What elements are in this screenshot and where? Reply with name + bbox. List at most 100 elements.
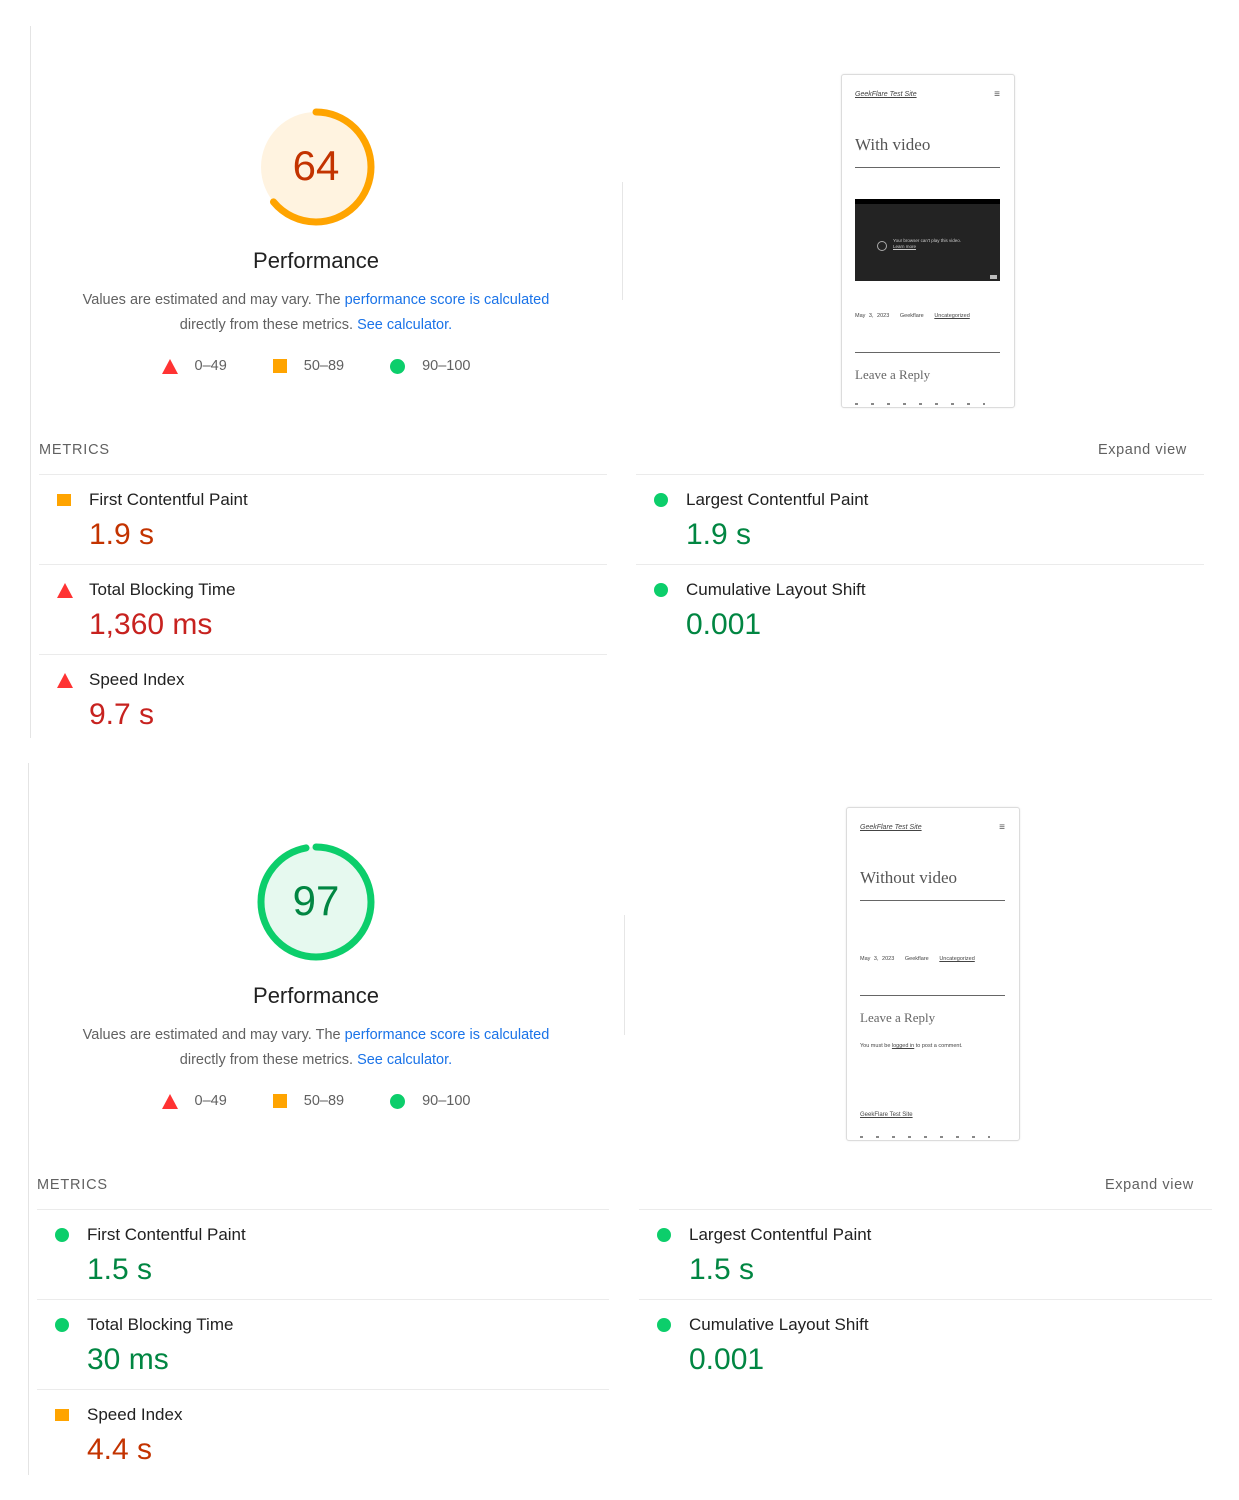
circle-icon bbox=[654, 583, 668, 597]
notice-text: to post a comment. bbox=[914, 1043, 963, 1049]
learn-more-link: Learn more bbox=[893, 244, 917, 249]
final-screenshot-thumbnail[interactable]: GeekFlare Test Site ≡ Without video May … bbox=[846, 807, 1020, 1141]
post-title: Without video bbox=[860, 868, 958, 887]
score-summary: 64 Performance Values are estimated and … bbox=[36, 104, 596, 374]
legend-item-pass: 90–100 bbox=[390, 1093, 470, 1109]
post-category: Uncategorized bbox=[939, 956, 975, 962]
metric-value: 4.4 s bbox=[87, 1433, 153, 1466]
footer-site-name: GeekFlare Test Site bbox=[860, 1112, 913, 1118]
legend-item-average: 50–89 bbox=[272, 1093, 345, 1109]
square-icon bbox=[57, 494, 71, 506]
post-author: Geekflare bbox=[904, 956, 929, 962]
metric-row[interactable]: Total Blocking Time 30 ms bbox=[37, 1299, 609, 1389]
metric-row[interactable]: Cumulative Layout Shift 0.001 bbox=[636, 564, 1204, 654]
column-divider bbox=[622, 182, 623, 300]
left-divider bbox=[30, 26, 31, 738]
metric-title: Cumulative Layout Shift bbox=[686, 580, 866, 599]
info-icon bbox=[877, 241, 887, 251]
performance-score: 97 bbox=[292, 877, 340, 924]
metrics-column-left: First Contentful Paint 1.5 s Total Blockin… bbox=[37, 1209, 609, 1479]
category-title: Performance bbox=[253, 983, 379, 1008]
reply-heading: Leave a Reply bbox=[860, 1010, 936, 1025]
metric-rating-indicator bbox=[57, 493, 71, 511]
score-description: Values are estimated and may vary. The p… bbox=[36, 288, 596, 338]
metric-rating-indicator bbox=[654, 493, 668, 512]
metric-row[interactable]: First Contentful Paint 1.9 s bbox=[39, 474, 607, 564]
video-message: Your browser can't play this video. bbox=[893, 238, 961, 243]
metrics-label: METRICS bbox=[37, 1177, 108, 1193]
metric-value: 1.9 s bbox=[686, 518, 752, 551]
metric-title: Largest Contentful Paint bbox=[686, 490, 869, 509]
description-text: directly from these metrics. bbox=[179, 1052, 358, 1068]
legend-range: 90–100 bbox=[422, 358, 471, 374]
login-notice: You must be logged in to post a comment. bbox=[860, 1043, 963, 1049]
description-text: Values are estimated and may vary. The bbox=[82, 292, 345, 308]
post-author: Geekflare bbox=[899, 313, 924, 319]
performance-report-with-video: 64 Performance Values are estimated and … bbox=[0, 0, 1239, 738]
triangle-icon bbox=[161, 1093, 178, 1109]
circle-icon bbox=[55, 1318, 69, 1332]
circle-icon bbox=[390, 358, 406, 374]
reply-heading: Leave a Reply bbox=[855, 367, 931, 382]
final-screenshot-thumbnail[interactable]: GeekFlare Test Site ≡ With video Your br… bbox=[841, 74, 1015, 408]
description-text: directly from these metrics. bbox=[179, 317, 358, 333]
left-divider bbox=[28, 763, 29, 1475]
metric-row[interactable]: Total Blocking Time 1,360 ms bbox=[39, 564, 607, 654]
score-description: Values are estimated and may vary. The p… bbox=[36, 1023, 596, 1073]
legend-item-average: 50–89 bbox=[272, 358, 344, 374]
performance-report-without-video: 97 Performance Values are estimated and … bbox=[0, 735, 1239, 1475]
metrics-column-left: First Contentful Paint 1.9 s Total Blockin… bbox=[39, 474, 607, 744]
circle-icon bbox=[657, 1318, 671, 1332]
metric-value: 0.001 bbox=[686, 608, 762, 641]
triangle-icon bbox=[161, 358, 178, 374]
metric-value: 9.7 s bbox=[89, 698, 155, 731]
metric-value: 30 ms bbox=[87, 1343, 169, 1376]
metric-rating-indicator bbox=[657, 1228, 671, 1247]
divider bbox=[860, 995, 1005, 996]
divider bbox=[855, 352, 1000, 353]
square-icon bbox=[272, 359, 287, 373]
post-date: May 3, 2023 bbox=[860, 956, 895, 962]
see-calculator-link[interactable]: See calculator bbox=[357, 1052, 448, 1068]
video-player: Your browser can't play this video. Lear… bbox=[855, 199, 1000, 281]
metric-value: 0.001 bbox=[689, 1343, 765, 1376]
square-icon bbox=[272, 1094, 287, 1108]
metric-row[interactable]: Largest Contentful Paint 1.9 s bbox=[636, 474, 1204, 564]
expand-view-toggle[interactable]: Expand view bbox=[1098, 442, 1187, 458]
metric-title: Largest Contentful Paint bbox=[689, 1225, 872, 1244]
metric-value: 1.9 s bbox=[89, 518, 155, 551]
legend-range: 50–89 bbox=[303, 1093, 345, 1109]
metric-title: Speed Index bbox=[89, 670, 185, 689]
expand-view-toggle[interactable]: Expand view bbox=[1105, 1177, 1194, 1193]
metric-rating-indicator bbox=[657, 1318, 671, 1337]
circle-icon bbox=[55, 1228, 69, 1242]
metric-row[interactable]: Cumulative Layout Shift 0.001 bbox=[639, 1299, 1212, 1389]
metric-title: Cumulative Layout Shift bbox=[689, 1315, 869, 1334]
score-calculated-link[interactable]: performance score is calculated bbox=[345, 1027, 550, 1043]
divider bbox=[860, 900, 1005, 901]
notice-text: You must be bbox=[860, 1043, 892, 1049]
metric-row[interactable]: Speed Index 9.7 s bbox=[39, 654, 607, 744]
metric-rating-indicator bbox=[654, 583, 668, 602]
triangle-icon bbox=[57, 673, 73, 688]
performance-gauge[interactable]: 64 bbox=[253, 104, 379, 230]
circle-icon bbox=[654, 493, 668, 507]
performance-gauge[interactable]: 97 bbox=[253, 839, 379, 965]
legend-range: 0–49 bbox=[194, 358, 227, 374]
legend-item-fail: 0–49 bbox=[161, 1093, 227, 1109]
post-title: With video bbox=[855, 135, 931, 154]
score-calculated-link[interactable]: performance score is calculated bbox=[345, 292, 550, 308]
metric-title: First Contentful Paint bbox=[87, 1225, 246, 1244]
metric-row[interactable]: Largest Contentful Paint 1.5 s bbox=[639, 1209, 1212, 1299]
see-calculator-link[interactable]: See calculator bbox=[357, 317, 448, 333]
post-meta: May 3, 2023 Geekflare Uncategorized bbox=[855, 313, 970, 319]
metric-rating-indicator bbox=[57, 673, 73, 693]
hamburger-icon: ≡ bbox=[999, 822, 1005, 833]
site-name: GeekFlare Test Site bbox=[855, 91, 917, 98]
performance-score: 64 bbox=[292, 142, 340, 189]
description-text: . bbox=[448, 1052, 453, 1068]
metric-row[interactable]: First Contentful Paint 1.5 s bbox=[37, 1209, 609, 1299]
score-summary: 97 Performance Values are estimated and … bbox=[36, 839, 596, 1109]
metric-row[interactable]: Speed Index 4.4 s bbox=[37, 1389, 609, 1479]
circle-icon bbox=[390, 1093, 406, 1109]
